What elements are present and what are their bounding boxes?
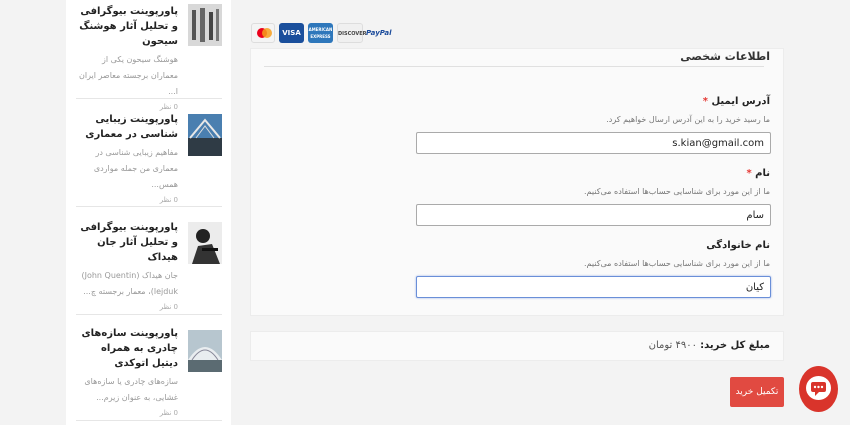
visa-icon: VISA [279, 23, 304, 43]
post-excerpt: سازه‌های چادری یا سازه‌های غشایی، به عنو… [84, 377, 178, 402]
total-label: مبلغ کل خرید: [700, 340, 770, 351]
order-total: مبلغ کل خرید: ۴۹۰۰ تومان [649, 340, 770, 351]
last-name-label: نام خانوادگی [706, 240, 770, 251]
post-excerpt: مفاهیم زیبایی شناسی در معماری من جمله مو… [93, 148, 178, 189]
post-title[interactable]: پاورپوینت زیبایی شناسی در معماری [78, 112, 178, 142]
total-amount: ۴۹۰۰ تومان [648, 340, 697, 351]
discover-label: DISCOVER [338, 31, 367, 37]
first-name-label: نام * [746, 168, 770, 179]
email-help: ما رسید خرید را به این آدرس ارسال خواهیم… [606, 115, 770, 124]
divider [264, 66, 764, 67]
divider [76, 420, 222, 421]
chat-icon [806, 376, 831, 400]
last-name-label-text: نام خانوادگی [706, 240, 770, 251]
post-comment-count: 0 نظر [159, 196, 178, 204]
post-excerpt: جان هیداک (John Quentin) lejduk)، معمار … [81, 271, 178, 296]
amex-icon: AMERICAN EXPRESS [308, 23, 333, 43]
paypal-label: PayPal [366, 29, 392, 37]
email-label: آدرس ایمیل * [703, 96, 770, 107]
last-name-help: ما از این مورد برای شناسایی حساب‌ها استف… [584, 259, 770, 268]
post-excerpt: هوشنگ سیحون یکی از معماران برجسته معاصر … [79, 55, 178, 96]
divider [76, 206, 222, 207]
visa-label: VISA [282, 29, 301, 37]
first-name-label-text: نام [755, 168, 770, 179]
post-comment-count: 0 نظر [159, 409, 178, 417]
post-title[interactable]: پاورپوینت بیوگرافی و تحلیل آثار جان هیدا… [78, 220, 178, 265]
first-name-help: ما از این مورد برای شناسایی حساب‌ها استف… [584, 187, 770, 196]
section-title: اطلاعات شخصی [680, 50, 770, 63]
sidebar: پاورپوینت بیوگرافی و تحلیل آثار هوشنگ سی… [66, 0, 231, 425]
post-comment-count: 0 نظر [159, 103, 178, 111]
last-name-field[interactable] [416, 276, 771, 298]
post-thumbnail[interactable] [188, 4, 222, 46]
required-mark: * [746, 168, 752, 179]
post-title[interactable]: پاورپوینت سازه‌های چادری به همراه دیتیل … [78, 326, 178, 371]
email-field[interactable] [416, 132, 771, 154]
divider [76, 314, 222, 315]
post-comment-count: 0 نظر [159, 303, 178, 311]
discover-icon: DISCOVER [337, 23, 367, 43]
first-name-field[interactable] [416, 204, 771, 226]
post-thumbnail[interactable] [188, 114, 222, 156]
divider [76, 98, 222, 99]
amex-label: AMERICAN EXPRESS [308, 27, 333, 39]
post-title[interactable]: پاورپوینت بیوگرافی و تحلیل آثار هوشنگ سی… [78, 4, 178, 49]
complete-purchase-button[interactable]: تکمیل خرید [730, 377, 784, 407]
mastercard-icon [251, 23, 275, 43]
post-thumbnail[interactable] [188, 330, 222, 372]
chat-button[interactable] [799, 366, 838, 412]
required-mark: * [702, 96, 709, 107]
post-thumbnail[interactable] [188, 222, 222, 264]
paypal-icon: PayPal [366, 23, 392, 43]
email-label-text: آدرس ایمیل [711, 96, 771, 107]
